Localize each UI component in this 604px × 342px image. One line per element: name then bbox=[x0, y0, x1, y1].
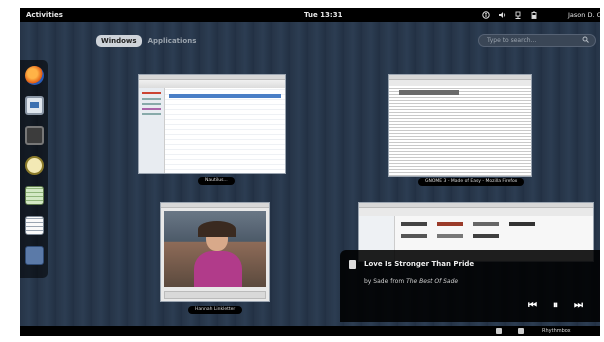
activities-button[interactable]: Activities bbox=[26, 8, 63, 22]
window-toolbar bbox=[139, 80, 285, 88]
window-caption-firefox: GNOME 3 - Made of Easy - Mozilla Firefox bbox=[418, 178, 525, 186]
window-thumbnail-firefox[interactable] bbox=[388, 74, 532, 177]
accessibility-icon[interactable] bbox=[482, 11, 490, 19]
spreadsheet-icon[interactable] bbox=[25, 186, 44, 205]
display-icon[interactable] bbox=[25, 96, 44, 115]
song-details: by Sade from The Best Of Sade bbox=[364, 278, 458, 285]
status-area bbox=[482, 8, 538, 22]
window-titlebar bbox=[161, 203, 269, 208]
document-icon[interactable] bbox=[25, 216, 44, 235]
firefox-icon[interactable] bbox=[25, 66, 44, 85]
person-hair bbox=[198, 221, 236, 237]
video-frame bbox=[164, 211, 266, 287]
search-icon bbox=[582, 36, 589, 47]
search-placeholder: Type to search... bbox=[487, 37, 537, 44]
tab-windows[interactable]: Windows bbox=[96, 35, 142, 47]
media-controls: ⏮ ⏸ ⏭ bbox=[528, 300, 583, 311]
music-tray-icon[interactable] bbox=[518, 328, 524, 334]
window-caption-video: Hannah Linkletter bbox=[188, 306, 243, 314]
file-list bbox=[165, 88, 285, 173]
next-track-icon[interactable]: ⏭ bbox=[574, 300, 583, 311]
clock[interactable]: Tue 13:31 bbox=[304, 8, 342, 22]
sidebar-pane bbox=[139, 88, 165, 173]
search-input[interactable]: Type to search... bbox=[478, 34, 596, 47]
volume-icon[interactable] bbox=[498, 11, 506, 19]
pause-icon[interactable]: ⏸ bbox=[553, 300, 558, 311]
network-icon[interactable] bbox=[514, 11, 522, 19]
window-thumbnail-video[interactable] bbox=[160, 202, 270, 302]
music-file-icon bbox=[349, 260, 356, 269]
desktop-screen: Activities Tue 13:31 Jason D. Clin Windo… bbox=[20, 8, 600, 336]
by-label: by bbox=[364, 278, 372, 285]
folder-icon[interactable] bbox=[25, 246, 44, 265]
view-selector: Windows Applications bbox=[96, 35, 202, 47]
tray-rhythmbox-label[interactable]: Rhythmbox bbox=[542, 326, 571, 336]
window-toolbar bbox=[359, 208, 593, 216]
top-panel: Activities Tue 13:31 Jason D. Clin bbox=[20, 8, 600, 22]
web-page-content bbox=[389, 86, 531, 176]
music-notification[interactable]: Love Is Stronger Than Pride by Sade from… bbox=[340, 250, 600, 322]
dash bbox=[20, 60, 48, 278]
tray-item-icon[interactable] bbox=[496, 328, 502, 334]
playback-controls bbox=[164, 291, 266, 299]
person-top bbox=[194, 251, 242, 287]
artist: Sade bbox=[373, 278, 389, 285]
album: The Best Of Sade bbox=[406, 278, 459, 285]
audio-icon[interactable] bbox=[25, 156, 44, 175]
tab-applications[interactable]: Applications bbox=[142, 35, 203, 47]
from-label: from bbox=[390, 278, 405, 285]
previous-track-icon[interactable]: ⏮ bbox=[528, 300, 537, 311]
terminal-icon[interactable] bbox=[25, 126, 44, 145]
user-menu[interactable]: Jason D. Clin bbox=[568, 8, 600, 22]
battery-icon[interactable] bbox=[530, 11, 538, 19]
message-tray: Rhythmbox bbox=[20, 326, 600, 336]
window-thumbnail-nautilus[interactable] bbox=[138, 74, 286, 174]
song-title: Love Is Stronger Than Pride bbox=[364, 260, 475, 268]
window-caption-nautilus: Nautilus... bbox=[198, 177, 235, 185]
